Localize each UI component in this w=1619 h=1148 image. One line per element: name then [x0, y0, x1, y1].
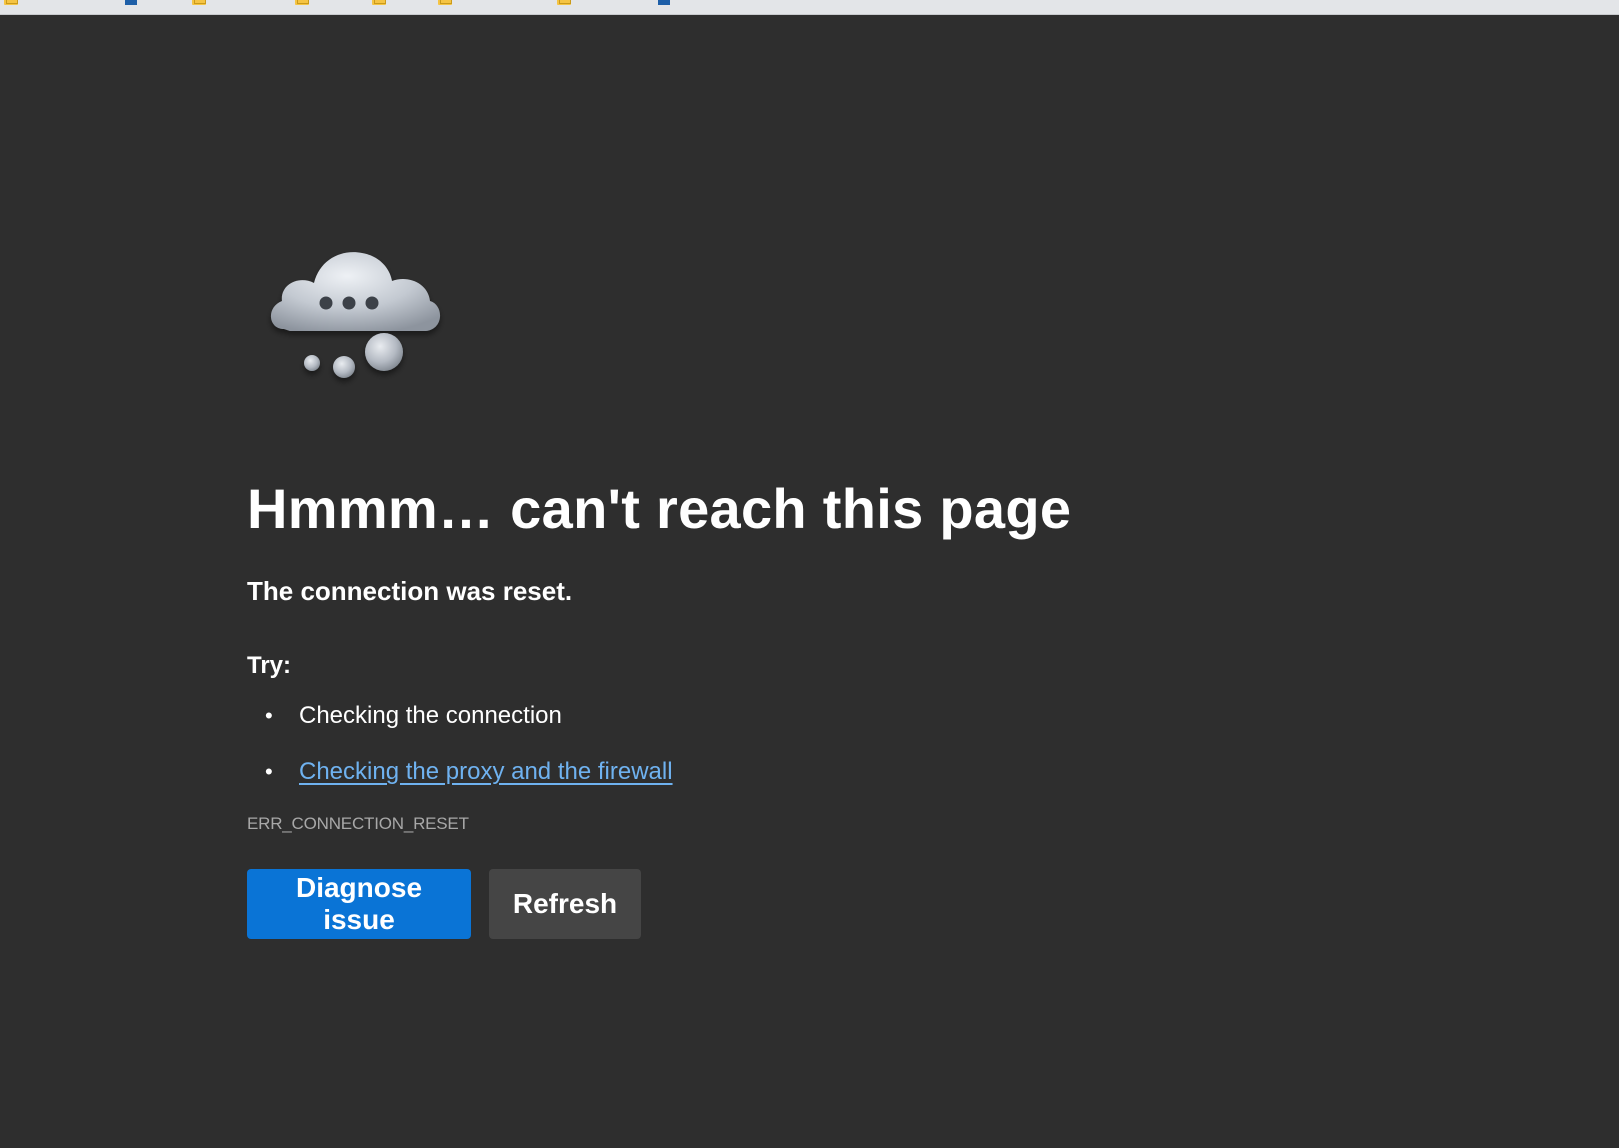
error-page: Hmmm… can't reach this page The connecti…	[0, 15, 1619, 1148]
suggestion-list: • Checking the connection • Checking the…	[247, 701, 1147, 787]
bullet-icon: •	[265, 703, 273, 728]
bookmark-site-icon[interactable]	[658, 0, 670, 5]
bookmark-folder-icon[interactable]	[192, 0, 206, 5]
bookmark-site-icon[interactable]	[125, 0, 137, 5]
proxy-firewall-link[interactable]: Checking the proxy and the firewall	[299, 758, 673, 785]
bullet-icon: •	[265, 759, 273, 784]
action-buttons: Diagnose issue Refresh	[247, 869, 1147, 939]
bookmark-folder-icon[interactable]	[557, 0, 571, 5]
error-content: Hmmm… can't reach this page The connecti…	[247, 477, 1147, 939]
thinking-cloud-icon	[270, 252, 441, 378]
diagnose-issue-button[interactable]: Diagnose issue	[247, 869, 471, 939]
bookmark-folder-icon[interactable]	[4, 0, 18, 5]
suggestion-item: • Checking the proxy and the firewall	[247, 757, 1147, 787]
bookmarks-bar	[0, 0, 1619, 15]
bookmark-folder-icon[interactable]	[438, 0, 452, 5]
error-subtitle: The connection was reset.	[247, 576, 573, 606]
error-code: ERR_CONNECTION_RESET	[247, 814, 469, 833]
suggestion-check-connection: Checking the connection	[299, 702, 562, 729]
page-title: Hmmm… can't reach this page	[247, 477, 1072, 540]
suggestion-item: • Checking the connection	[247, 701, 1147, 731]
bookmark-folder-icon[interactable]	[372, 0, 386, 5]
refresh-button[interactable]: Refresh	[489, 869, 641, 939]
bookmark-folder-icon[interactable]	[295, 0, 309, 5]
try-label: Try:	[247, 652, 292, 679]
